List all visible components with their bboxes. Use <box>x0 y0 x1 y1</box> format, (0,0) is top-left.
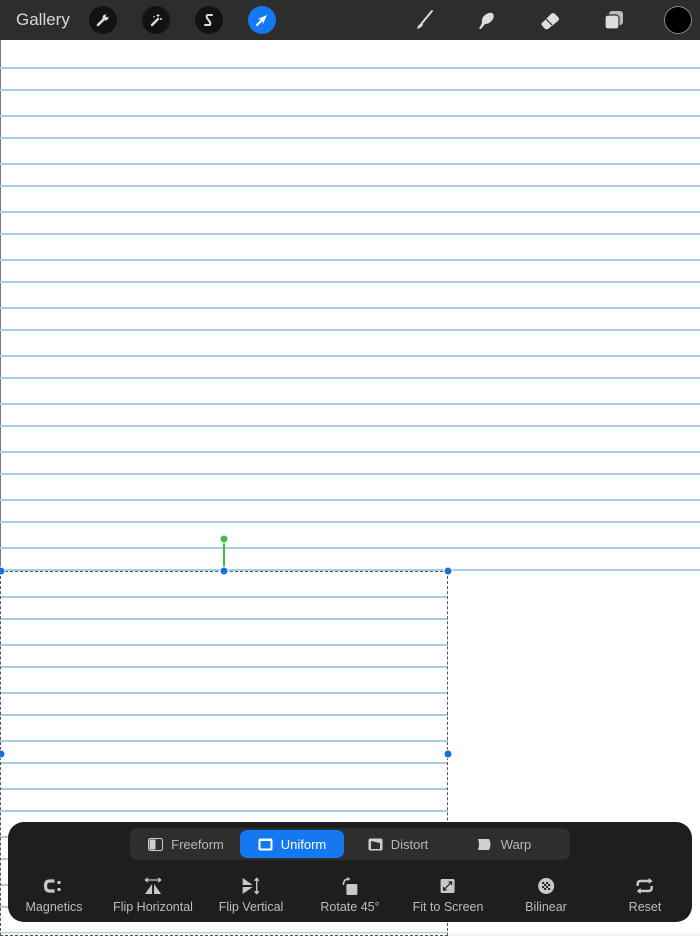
ruled-line <box>0 211 700 213</box>
ruled-line <box>0 355 700 357</box>
ruled-line <box>0 403 700 405</box>
ruled-line <box>0 67 700 69</box>
transform-mode-selector: Freeform Uniform Distort Warp <box>130 828 570 860</box>
smudge-finger-icon <box>479 12 494 29</box>
handle-middle-right[interactable] <box>443 749 453 759</box>
rotate-45-button[interactable]: Rotate 45° <box>320 876 380 920</box>
magnetics-button[interactable]: Magnetics <box>26 876 82 920</box>
ruled-line <box>0 281 700 283</box>
warp-icon <box>477 838 491 850</box>
layers-button[interactable] <box>599 6 629 34</box>
rotate-icon <box>342 877 357 895</box>
layers-icon <box>604 11 623 30</box>
flip-vertical-icon <box>242 877 260 895</box>
ruled-line <box>0 499 700 501</box>
eraser-button[interactable] <box>535 6 565 34</box>
ruled-line <box>0 521 700 523</box>
ruled-line <box>0 329 700 331</box>
mode-uniform[interactable]: Uniform <box>240 830 344 858</box>
ruled-line <box>0 547 700 549</box>
top-toolbar: Gallery <box>0 0 700 40</box>
canvas-edge <box>0 40 1 570</box>
fit-to-screen-button[interactable]: Fit to Screen <box>413 876 483 920</box>
handle-top-right[interactable] <box>443 566 453 576</box>
smudge-button[interactable] <box>471 6 501 34</box>
ruled-line <box>0 89 700 91</box>
ruled-line <box>0 451 700 453</box>
mode-distort[interactable]: Distort <box>346 830 450 858</box>
eraser-icon <box>541 13 559 30</box>
magic-wand-icon <box>150 14 162 27</box>
color-picker-button[interactable] <box>664 6 692 34</box>
ruled-line <box>0 185 700 187</box>
uniform-icon <box>258 838 273 850</box>
wrench-icon <box>96 14 109 27</box>
ruled-line <box>0 137 700 139</box>
transform-button[interactable] <box>248 6 276 34</box>
distort-icon <box>368 838 383 850</box>
gallery-button[interactable]: Gallery <box>16 10 70 30</box>
brush-button[interactable] <box>409 6 439 34</box>
freeform-icon <box>148 837 164 851</box>
ruled-line <box>0 377 700 379</box>
reset-icon <box>636 878 654 894</box>
handle-top-center[interactable] <box>219 566 229 576</box>
ruled-line <box>0 115 700 117</box>
fit-to-screen-icon <box>441 879 455 893</box>
rotation-handle[interactable] <box>219 534 229 544</box>
ruled-line <box>0 473 700 475</box>
arrow-cursor-icon <box>256 15 267 26</box>
flip-horizontal-icon <box>144 877 162 894</box>
brush-icon <box>417 10 433 29</box>
flip-horizontal-button[interactable]: Flip Horizontal <box>113 876 193 920</box>
selection-s-icon <box>204 14 213 26</box>
ruled-line <box>0 233 700 235</box>
ruled-line <box>0 259 700 261</box>
bilinear-button[interactable]: Bilinear <box>525 876 567 920</box>
actions-button[interactable] <box>89 6 117 34</box>
reset-button[interactable]: Reset <box>629 876 661 920</box>
adjustments-button[interactable] <box>142 6 170 34</box>
magnet-icon <box>44 879 61 893</box>
mode-warp[interactable]: Warp <box>452 830 556 858</box>
ruled-line <box>0 163 700 165</box>
ruled-line <box>0 307 700 309</box>
flip-vertical-button[interactable]: Flip Vertical <box>219 876 283 920</box>
transform-panel: Freeform Uniform Distort Warp Magnetics … <box>8 822 692 922</box>
bilinear-icon <box>538 878 554 894</box>
selection-button[interactable] <box>195 6 223 34</box>
mode-freeform[interactable]: Freeform <box>134 830 238 858</box>
ruled-line <box>0 425 700 427</box>
